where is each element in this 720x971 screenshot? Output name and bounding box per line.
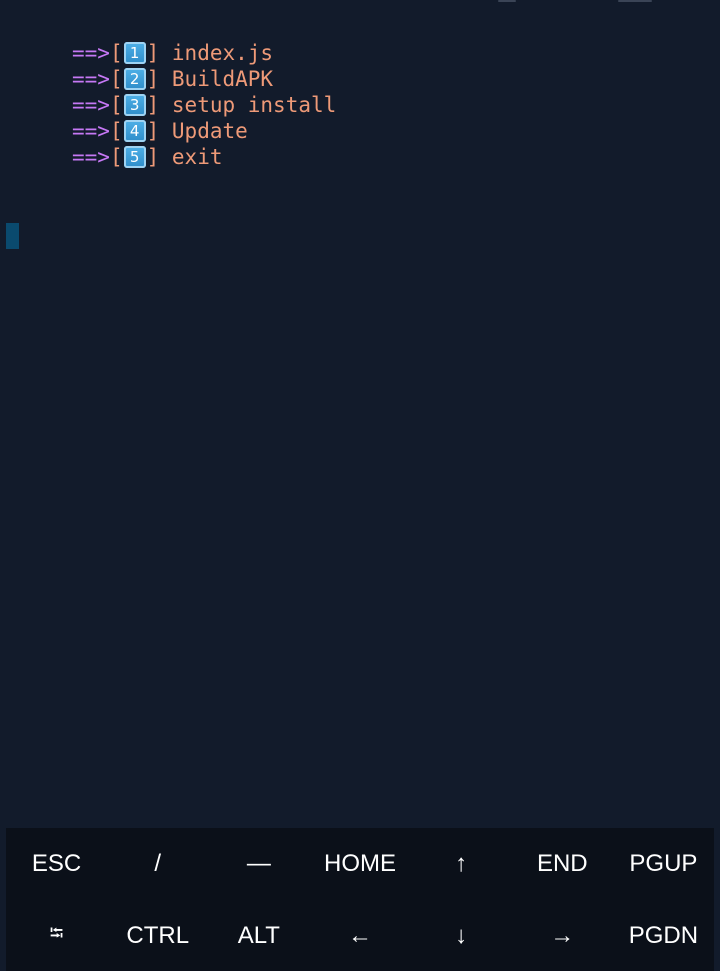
menu-bracket-close: ] — [146, 119, 160, 143]
arrow-down-key[interactable]: ↓ — [411, 900, 512, 971]
end-key[interactable]: END — [512, 828, 613, 900]
keycap-3-icon: 3 — [123, 94, 146, 116]
pgdn-key[interactable]: PGDN — [613, 900, 714, 971]
home-key[interactable]: HOME — [309, 828, 410, 900]
menu-bracket-open: [ — [109, 41, 123, 65]
slash-key[interactable]: / — [107, 828, 208, 900]
menu-bracket-open: [ — [109, 145, 123, 169]
keycap-5-icon: 5 — [123, 146, 146, 168]
menu-item-exit: ==>[5] exit — [72, 144, 336, 170]
extra-keys-row-2: ⭾ CTRL ALT ← ↓ → PGDN — [6, 900, 714, 971]
menu-arrow: ==> — [72, 41, 110, 65]
menu-item-update: ==>[4] Update — [72, 118, 336, 144]
ctrl-key[interactable]: CTRL — [107, 900, 208, 971]
esc-key[interactable]: ESC — [6, 828, 107, 900]
menu-bracket-close: ] — [146, 93, 160, 117]
extra-keys-bar: ESC / — HOME ↑ END PGUP ⭾ CTRL ALT ← ↓ →… — [6, 828, 714, 971]
menu-arrow: ==> — [72, 145, 110, 169]
alt-key[interactable]: ALT — [208, 900, 309, 971]
keycap-4-icon: 4 — [123, 120, 146, 142]
menu-label: setup install — [171, 93, 337, 117]
menu-item-index-js: ==>[1] index.js — [72, 40, 336, 66]
arrow-left-key[interactable]: ← — [309, 900, 410, 971]
menu-bracket-close: ] — [146, 67, 160, 91]
terminal-cursor — [6, 223, 19, 249]
keycap-1-icon: 1 — [123, 42, 146, 64]
menu-bracket-open: [ — [109, 67, 123, 91]
arrow-right-key[interactable]: → — [512, 900, 613, 971]
pgup-key[interactable]: PGUP — [613, 828, 714, 900]
menu-label: Update — [171, 119, 248, 143]
keycap-2-icon: 2 — [123, 68, 146, 90]
terminal-screen[interactable]: ==>[1] index.js ==>[2] BuildAPK ==>[3] s… — [0, 0, 720, 828]
menu-arrow: ==> — [72, 119, 110, 143]
arrow-up-key[interactable]: ↑ — [411, 828, 512, 900]
tab-key[interactable]: ⭾ — [6, 900, 107, 971]
menu-arrow: ==> — [72, 93, 110, 117]
extra-keys-row-1: ESC / — HOME ↑ END PGUP — [6, 828, 714, 900]
menu-bracket-close: ] — [146, 145, 160, 169]
menu-label: exit — [171, 145, 223, 169]
menu-bracket-close: ] — [146, 41, 160, 65]
menu-label: BuildAPK — [171, 67, 274, 91]
dash-key[interactable]: — — [208, 828, 309, 900]
menu-bracket-open: [ — [109, 119, 123, 143]
menu-item-buildapk: ==>[2] BuildAPK — [72, 66, 336, 92]
menu-list: ==>[1] index.js ==>[2] BuildAPK ==>[3] s… — [72, 40, 336, 170]
menu-bracket-open: [ — [109, 93, 123, 117]
menu-arrow: ==> — [72, 67, 110, 91]
menu-item-setup-install: ==>[3] setup install — [72, 92, 336, 118]
menu-label: index.js — [171, 41, 274, 65]
